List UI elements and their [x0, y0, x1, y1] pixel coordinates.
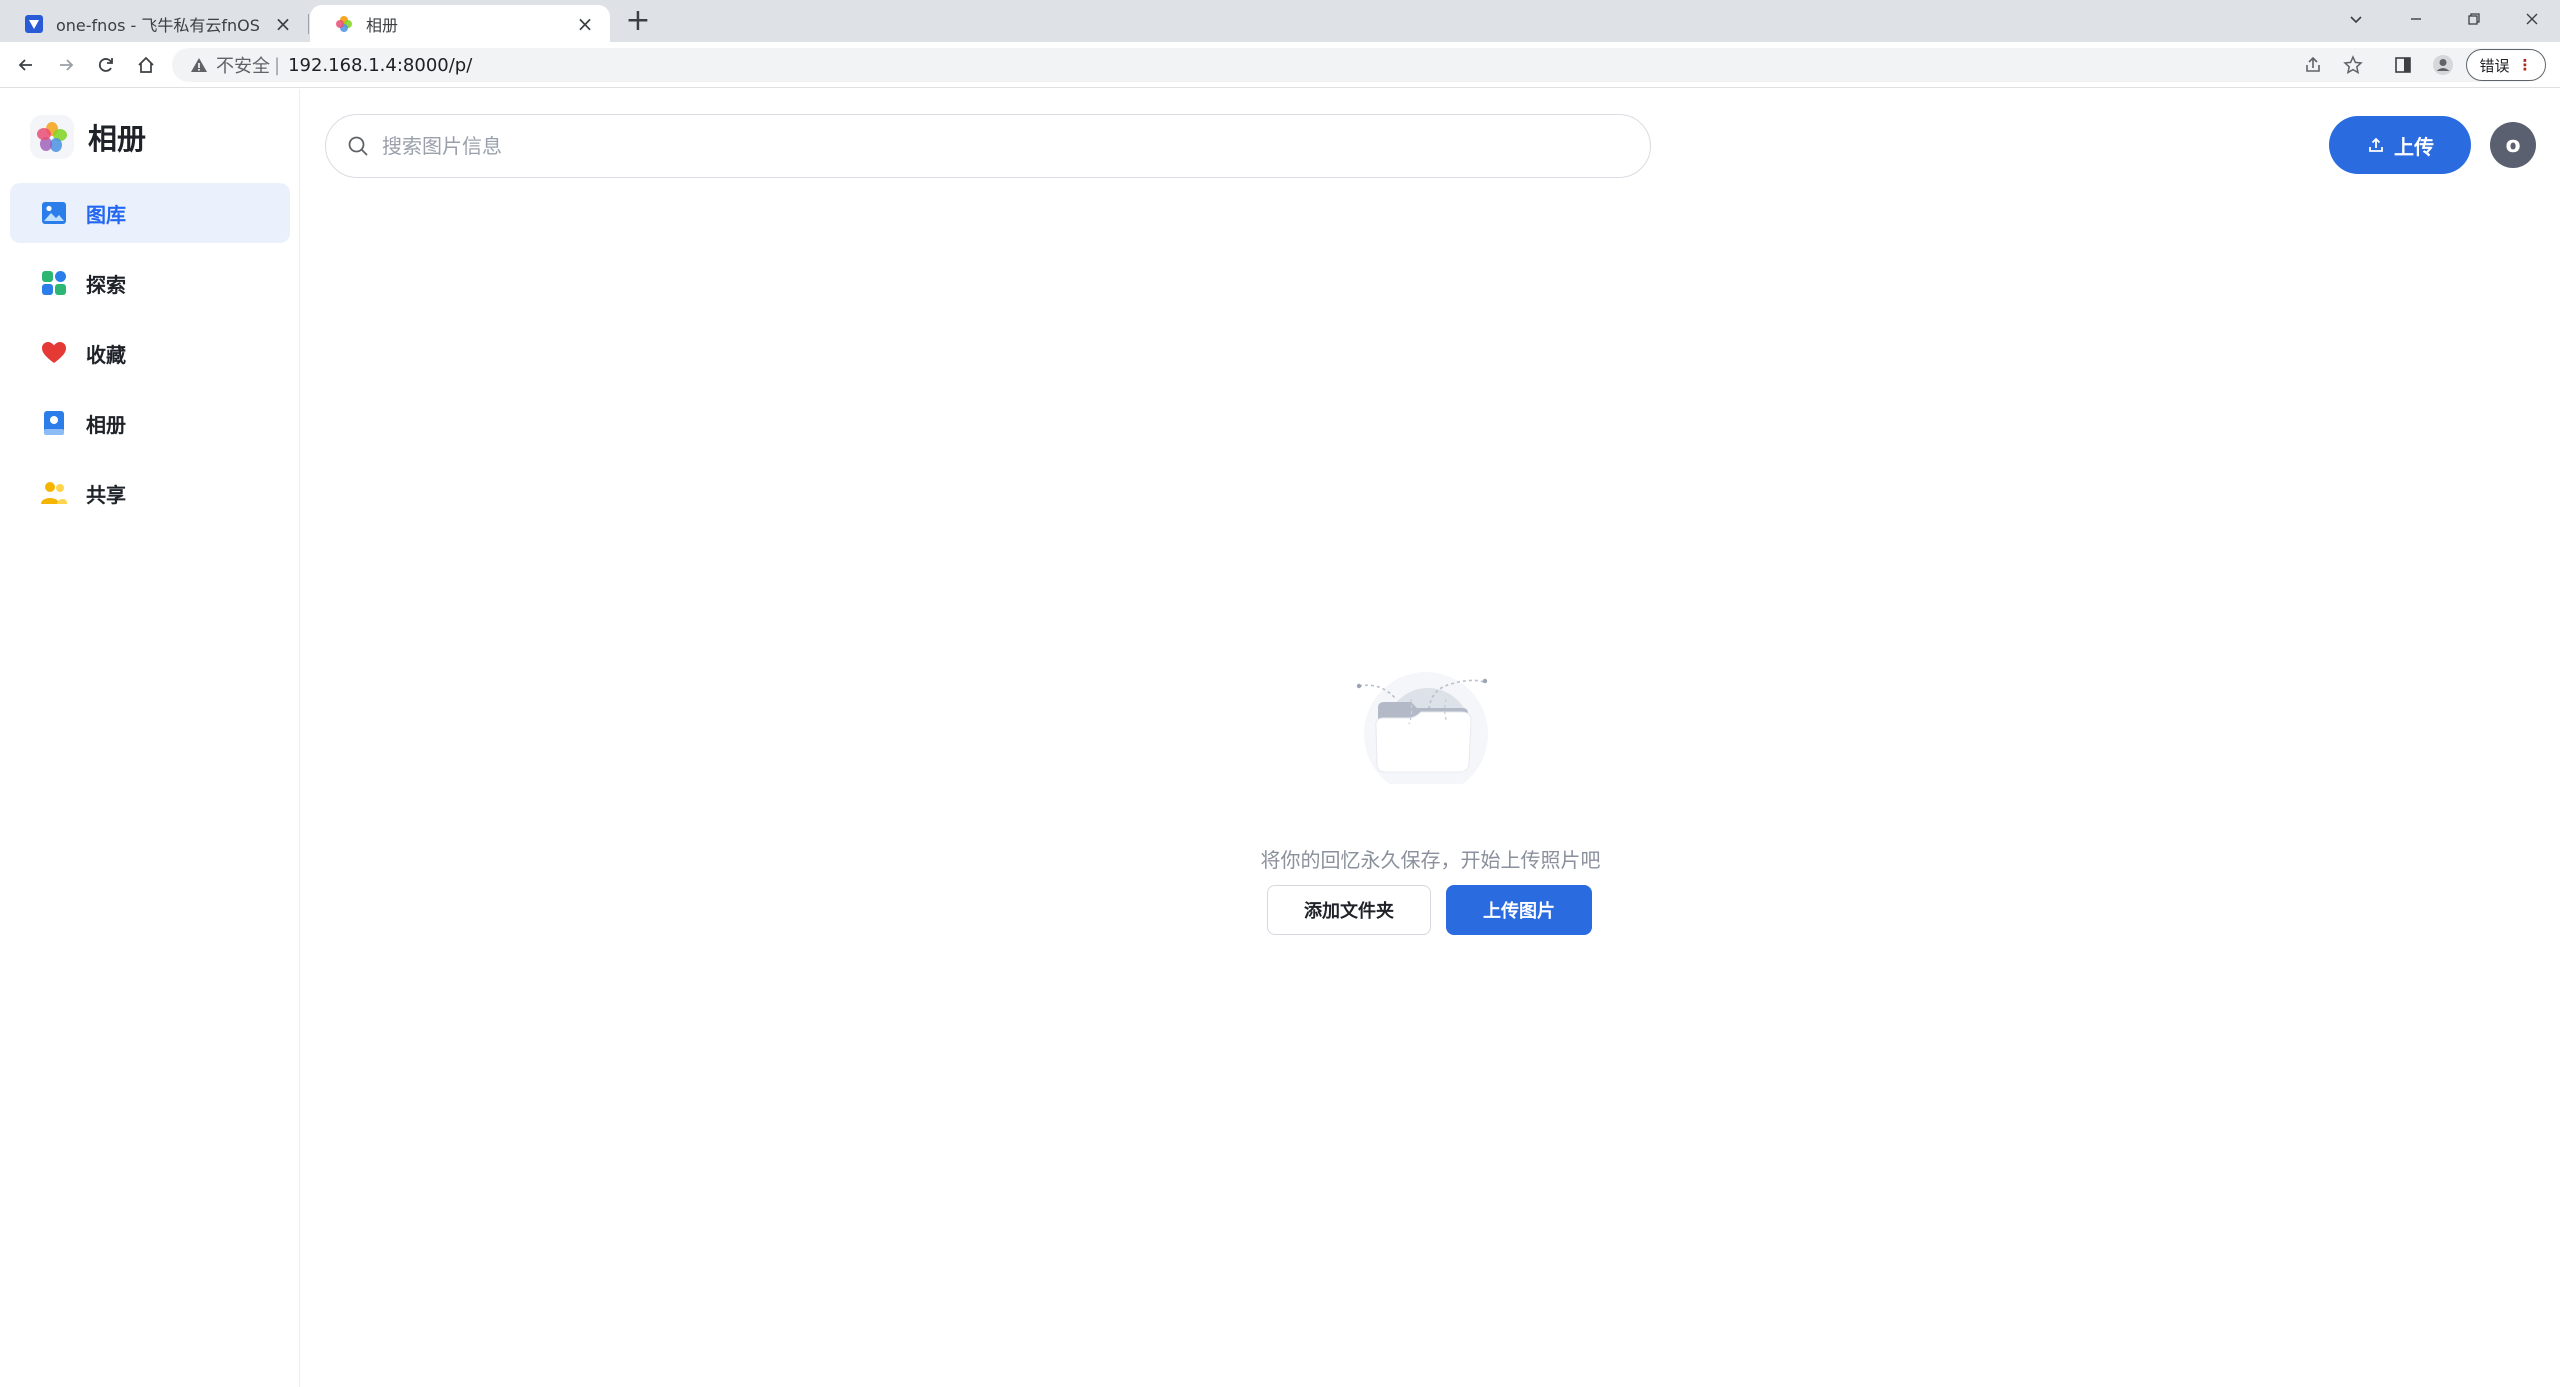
- tab-divider: [308, 14, 309, 34]
- sidebar-menu: 图库 探索 收藏 相册 共享: [10, 183, 290, 533]
- reload-icon[interactable]: [90, 49, 122, 81]
- sidebar-item-label: 共享: [86, 482, 126, 507]
- main-content: 上传 o 将你的回忆永久保存，开始上传照片吧 添加文件夹 上传图片: [301, 89, 2560, 1387]
- close-tab-icon[interactable]: ×: [574, 12, 596, 36]
- browser-toolbar: 不安全 | 192.168.1.4:8000/p/ 错误 ⋮: [0, 42, 2560, 88]
- sidebar-item-favorites[interactable]: 收藏: [10, 323, 290, 383]
- forward-icon[interactable]: [50, 49, 82, 81]
- bookmark-star-icon[interactable]: [2338, 50, 2368, 80]
- brand-title: 相册: [88, 122, 147, 156]
- sidebar-item-shared[interactable]: 共享: [10, 463, 290, 523]
- more-vert-icon: ⋮: [2517, 56, 2533, 74]
- heart-icon: [40, 339, 68, 367]
- empty-folder-illustration: [1351, 654, 1501, 796]
- explore-icon: [40, 269, 68, 297]
- tab-one-fnos[interactable]: one-fnos - 飞牛私有云fnOS ×: [0, 5, 308, 42]
- sidebar-item-label: 探索: [86, 272, 126, 297]
- tab-album[interactable]: 相册 ×: [310, 5, 610, 42]
- upload-photos-button[interactable]: 上传图片: [1446, 885, 1592, 935]
- gallery-icon: [40, 199, 68, 227]
- new-tab-button[interactable]: +: [622, 6, 654, 38]
- url-separator: |: [274, 54, 281, 76]
- minimize-icon[interactable]: [2392, 0, 2440, 38]
- security-label: 不安全: [216, 56, 270, 77]
- sidebar-item-albums[interactable]: 相册: [10, 393, 290, 453]
- tab-search-icon[interactable]: [2332, 0, 2380, 38]
- address-bar[interactable]: 不安全 | 192.168.1.4:8000/p/: [172, 48, 2542, 82]
- sidebar-item-explore[interactable]: 探索: [10, 253, 290, 313]
- tab-title: one-fnos - 飞牛私有云fnOS: [56, 15, 260, 35]
- fnos-favicon-icon: [24, 14, 44, 34]
- error-label: 错误: [2479, 56, 2510, 75]
- home-icon[interactable]: [130, 49, 162, 81]
- add-folder-button[interactable]: 添加文件夹: [1267, 885, 1431, 935]
- share-people-icon: [40, 479, 68, 507]
- close-window-icon[interactable]: [2508, 0, 2556, 38]
- restore-icon[interactable]: [2450, 0, 2498, 38]
- warning-icon[interactable]: [188, 56, 210, 74]
- error-menu-button[interactable]: 错误 ⋮: [2466, 49, 2546, 81]
- album-logo-icon: [30, 115, 74, 159]
- back-icon[interactable]: [10, 49, 42, 81]
- empty-state: 将你的回忆永久保存，开始上传照片吧 添加文件夹 上传图片: [301, 89, 2560, 1387]
- empty-state-actions: 添加文件夹 上传图片: [1267, 885, 1592, 935]
- brand: 相册: [30, 115, 146, 159]
- sidebar-item-label: 图库: [86, 202, 126, 227]
- sidebar: 相册 图库 探索 收藏 相册 共享: [0, 89, 300, 1387]
- browser-tab-bar: one-fnos - 飞牛私有云fnOS × 相册 × +: [0, 0, 2560, 42]
- url-text: 192.168.1.4:8000/p/: [288, 54, 473, 76]
- empty-state-message: 将你的回忆永久保存，开始上传照片吧: [1260, 848, 1601, 872]
- sidebar-item-label: 相册: [86, 412, 126, 437]
- share-page-icon[interactable]: [2298, 50, 2328, 80]
- album-icon: [40, 409, 68, 437]
- sidebar-item-label: 收藏: [86, 342, 126, 367]
- side-panel-icon[interactable]: [2388, 50, 2418, 80]
- close-tab-icon[interactable]: ×: [272, 12, 294, 36]
- tab-title: 相册: [366, 15, 399, 35]
- profile-icon[interactable]: [2428, 50, 2458, 80]
- sidebar-item-gallery[interactable]: 图库: [10, 183, 290, 243]
- album-favicon-icon: [334, 14, 354, 34]
